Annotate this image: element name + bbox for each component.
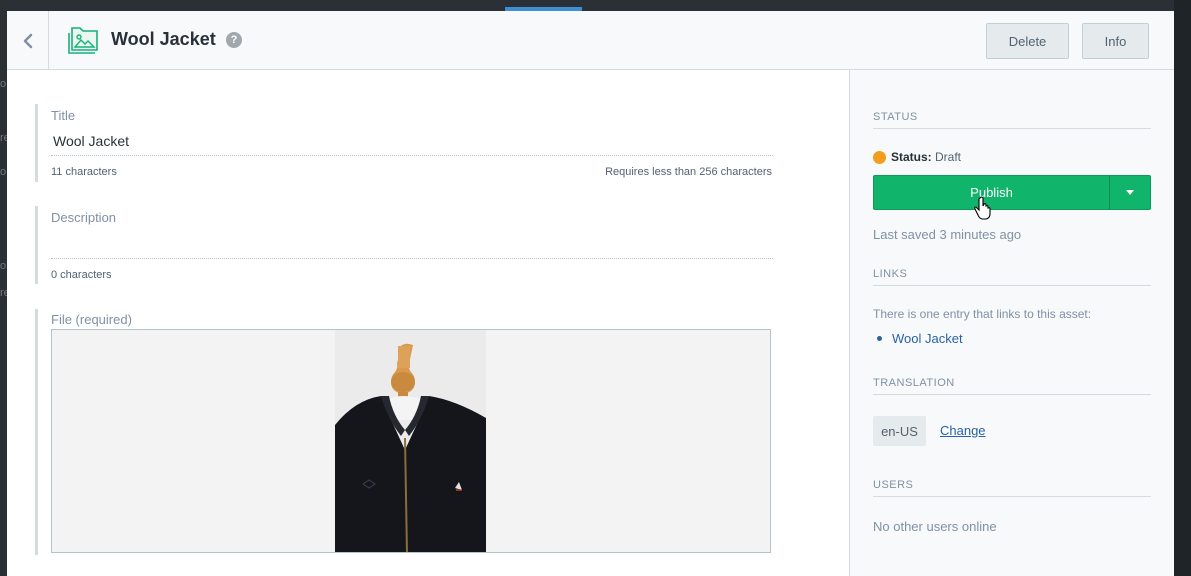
description-char-count: 0 characters [51,269,112,281]
status-indicator: Status: Draft [891,150,961,164]
linked-entry-link[interactable]: Wool Jacket [877,331,963,346]
asset-editor-modal: Wool Jacket ? Delete Info Title Wool Jac… [7,11,1174,576]
publish-options-dropdown[interactable] [1109,175,1151,210]
entity-sidebar: STATUS Status: Draft Publish Last saved … [849,70,1174,576]
title-input[interactable]: Wool Jacket [53,133,129,149]
page-title: Wool Jacket [111,29,216,49]
last-saved-text: Last saved 3 minutes ago [873,227,1022,242]
description-input-underline [51,258,773,259]
title-field: Title Wool Jacket 11 characters Requires… [35,104,775,182]
jacket-thumbnail [335,330,486,552]
description-field-label: Description [51,210,117,225]
links-description: There is one entry that links to this as… [873,307,1092,321]
background-text-fragment: o [0,166,7,178]
file-field: File (required) [35,309,775,555]
delete-button[interactable]: Delete [986,23,1069,59]
info-button[interactable]: Info [1082,23,1149,59]
background-text-fragment: o [0,78,7,90]
translation-section-heading: TRANSLATION [873,377,1151,395]
caret-down-icon [1126,190,1134,195]
file-field-label: File (required) [51,312,132,327]
title-field-label: Title [51,108,76,123]
title-limit-hint: Requires less than 256 characters [605,166,772,178]
title-input-underline [51,155,773,156]
background-text-fragment: o [0,260,7,272]
bullet-icon [877,336,882,342]
status-label: Status: [891,150,932,164]
status-value: Draft [935,150,962,164]
title-char-count: 11 characters [51,166,117,178]
help-icon[interactable]: ? [226,32,242,48]
links-section-heading: LINKS [873,268,1151,286]
file-preview[interactable] [51,329,771,553]
change-locale-link[interactable]: Change [940,423,986,438]
locale-badge: en-US [873,416,926,446]
editor-header: Wool Jacket ? Delete Info [7,11,1174,70]
description-input[interactable] [53,235,773,253]
users-section-heading: USERS [873,479,1151,497]
chevron-left-icon [23,33,32,48]
status-draft-dot [873,151,886,164]
status-section-heading: STATUS [873,111,1151,129]
back-button[interactable] [7,11,49,70]
linked-entry-label: Wool Jacket [892,331,963,346]
background-panel-right [1174,0,1191,576]
background-text-fragment: re [0,287,7,299]
users-online-text: No other users online [873,519,997,534]
background-text-fragment: re [0,132,7,144]
editor-main: Title Wool Jacket 11 characters Requires… [7,70,849,576]
description-field: Description 0 characters [35,206,775,284]
hand-pointer-cursor-icon [974,196,991,220]
media-asset-icon [68,27,98,54]
